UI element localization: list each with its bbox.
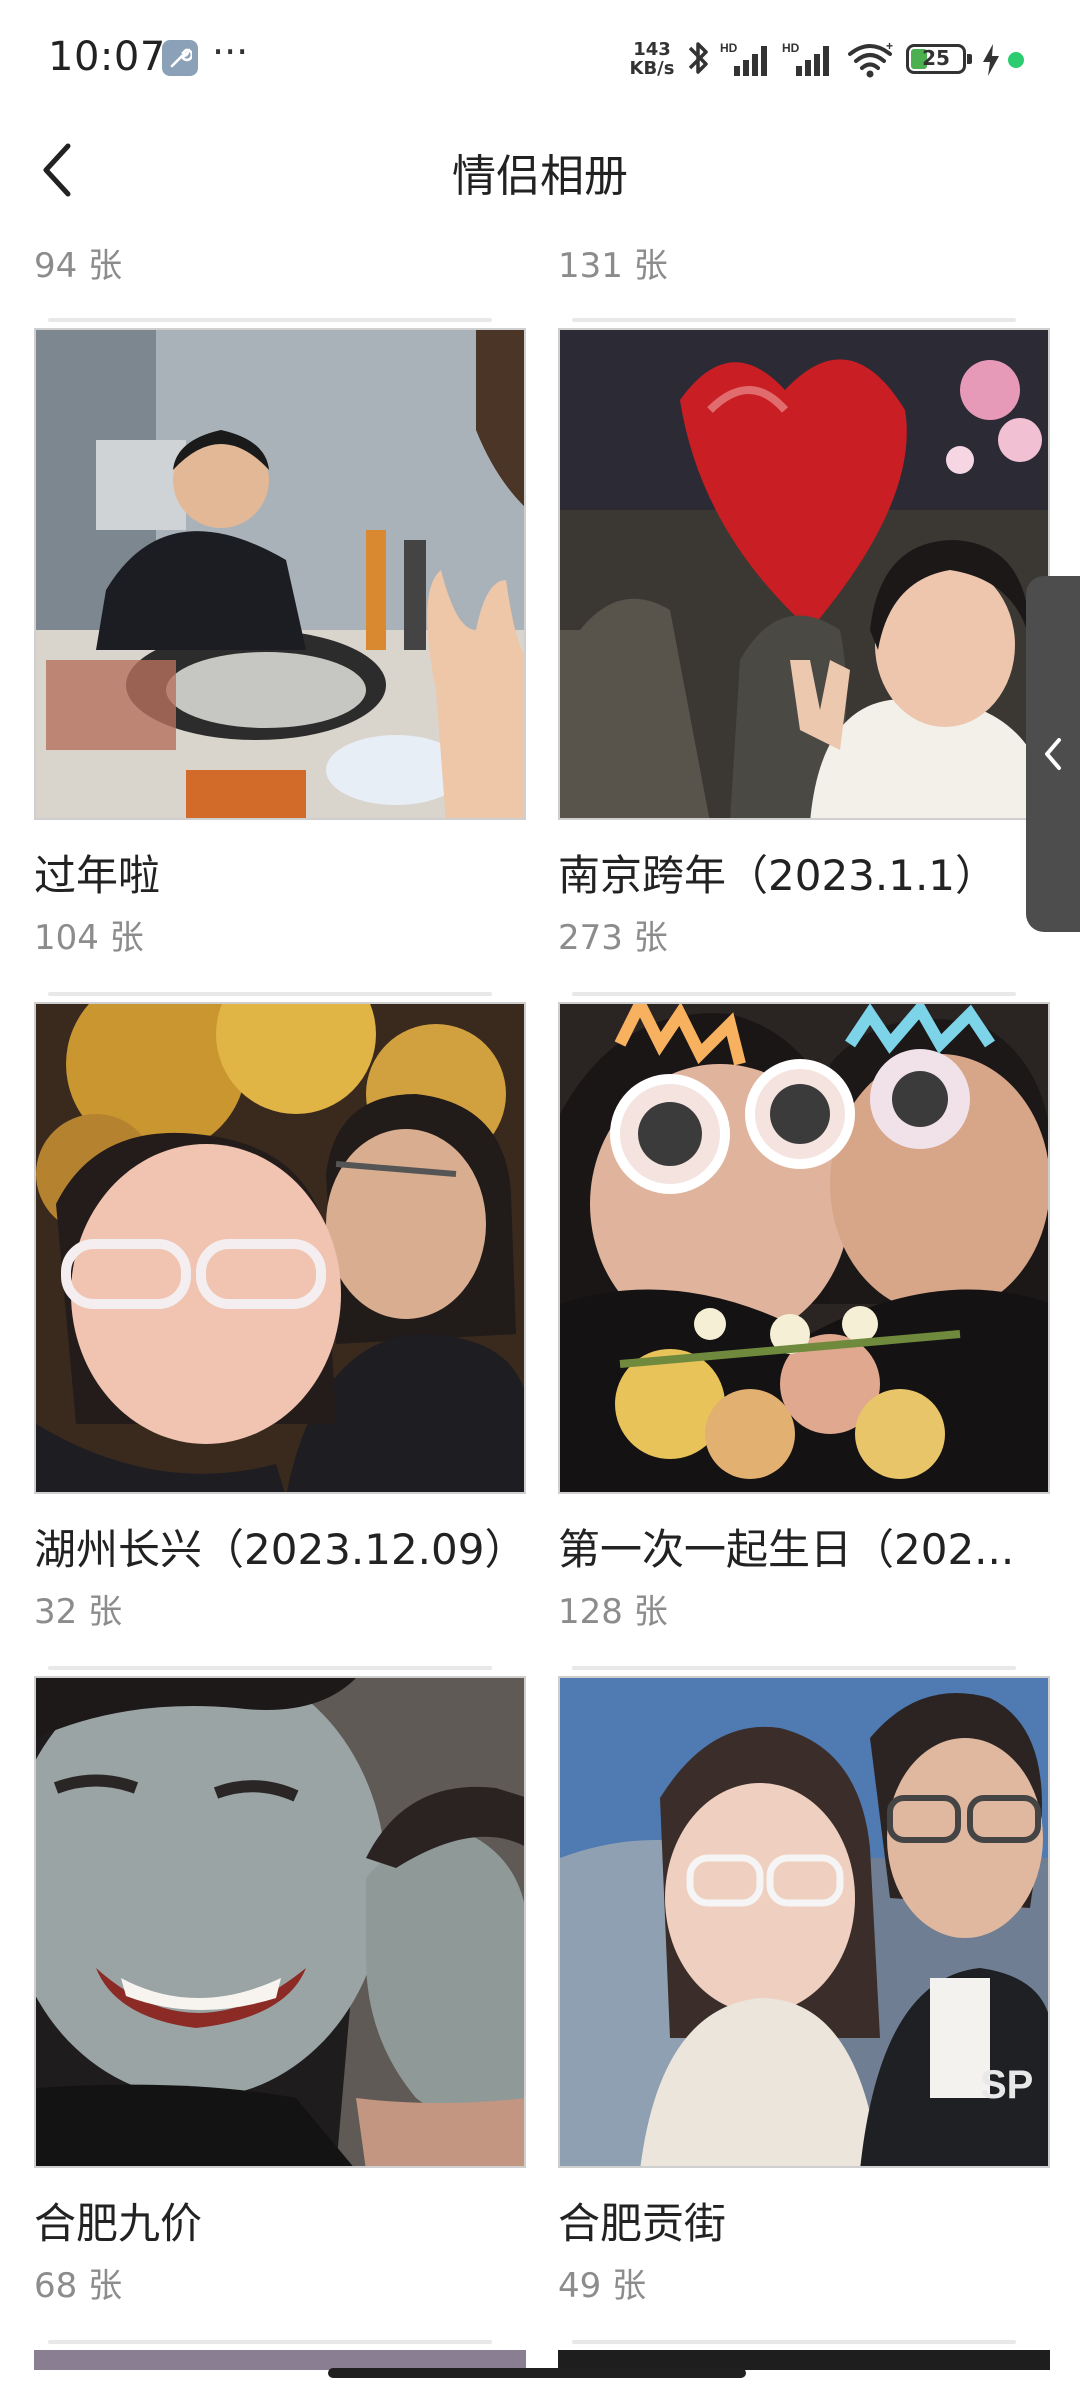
album-stack-edge (572, 318, 1016, 322)
album-count: 104 张 (34, 918, 144, 958)
more-dots-icon: ··· (212, 30, 249, 74)
album-count: 49 张 (558, 2266, 647, 2306)
svg-text:HD: HD (720, 41, 738, 55)
album-count: 131 张 (558, 246, 668, 286)
album-count: 273 张 (558, 918, 668, 958)
page-title: 情侣相册 (452, 151, 628, 202)
album-count: 94 张 (34, 246, 123, 286)
album-title: 南京跨年（2023.1.1） (558, 851, 998, 900)
album-cover-nanjing[interactable] (558, 328, 1050, 820)
album-cover-photo (36, 330, 524, 818)
charging-bolt-icon (983, 44, 999, 76)
svg-text:HD: HD (782, 41, 800, 55)
album-cover-photo (560, 330, 1048, 818)
chevron-left-icon (1045, 738, 1061, 770)
svg-text:+: + (886, 40, 893, 53)
album-stack-edge (48, 2340, 492, 2344)
album-stack-edge (572, 2340, 1016, 2344)
album-stack-edge (48, 318, 492, 322)
album-title: 合肥贡街 (558, 2199, 727, 2248)
app-header: 情侣相册 (0, 110, 1080, 230)
album-cover-photo (560, 1004, 1048, 1492)
album-count: 128 张 (558, 1592, 668, 1632)
album-title: 过年啦 (34, 851, 161, 900)
side-panel-handle[interactable] (1026, 576, 1080, 932)
status-time: 10:07 (48, 34, 166, 80)
album-cover-photo: SP (560, 1678, 1048, 2166)
album-title: 湖州长兴（2023.12.09） (34, 1525, 527, 1574)
album-count: 68 张 (34, 2266, 123, 2306)
hd-signal-icon: HD (720, 41, 767, 76)
album-count: 32 张 (34, 1592, 123, 1632)
network-speed-value: 143 (633, 39, 671, 60)
network-speed-unit: KB/s (629, 58, 675, 79)
battery-nub (967, 54, 972, 64)
album-cover-photo (36, 1004, 524, 1492)
album-cover-peek[interactable] (34, 2350, 526, 2370)
bluetooth-icon (688, 42, 708, 74)
album-cover-hefei-gongjie[interactable]: SP (558, 1676, 1050, 2168)
status-bar: 10:07 ··· 143 KB/s HD HD + 25 (0, 0, 1080, 110)
album-cover-guonianla[interactable] (34, 328, 526, 820)
album-stack-edge (48, 1666, 492, 1670)
album-cover-hefei-jiujia[interactable] (34, 1676, 526, 2168)
album-grid: 94 张 131 张 过年啦 104 张 南京跨年（2023.1.1） 273 … (0, 230, 1080, 2400)
wrench-icon (162, 40, 198, 76)
album-cover-peek[interactable] (558, 2350, 1050, 2370)
gesture-bar[interactable] (328, 2368, 746, 2378)
album-cover-huzhou[interactable] (34, 1002, 526, 1494)
network-speed: 143 KB/s (626, 40, 678, 78)
album-title: 第一次一起生日（202... (558, 1525, 1015, 1574)
wifi-icon: + (848, 40, 893, 78)
shirt-print: SP (980, 2063, 1033, 2107)
album-stack-edge (48, 992, 492, 996)
album-title: 合肥九价 (34, 2199, 203, 2248)
battery-level: 25 (922, 46, 950, 70)
album-stack-edge (572, 1666, 1016, 1670)
green-dot-icon (1008, 52, 1024, 68)
album-cover-photo (36, 1678, 524, 2166)
battery-icon: 25 (906, 44, 972, 74)
album-stack-edge (572, 992, 1016, 996)
hd-signal-icon: HD (782, 41, 829, 76)
album-cover-birthday[interactable] (558, 1002, 1050, 1494)
